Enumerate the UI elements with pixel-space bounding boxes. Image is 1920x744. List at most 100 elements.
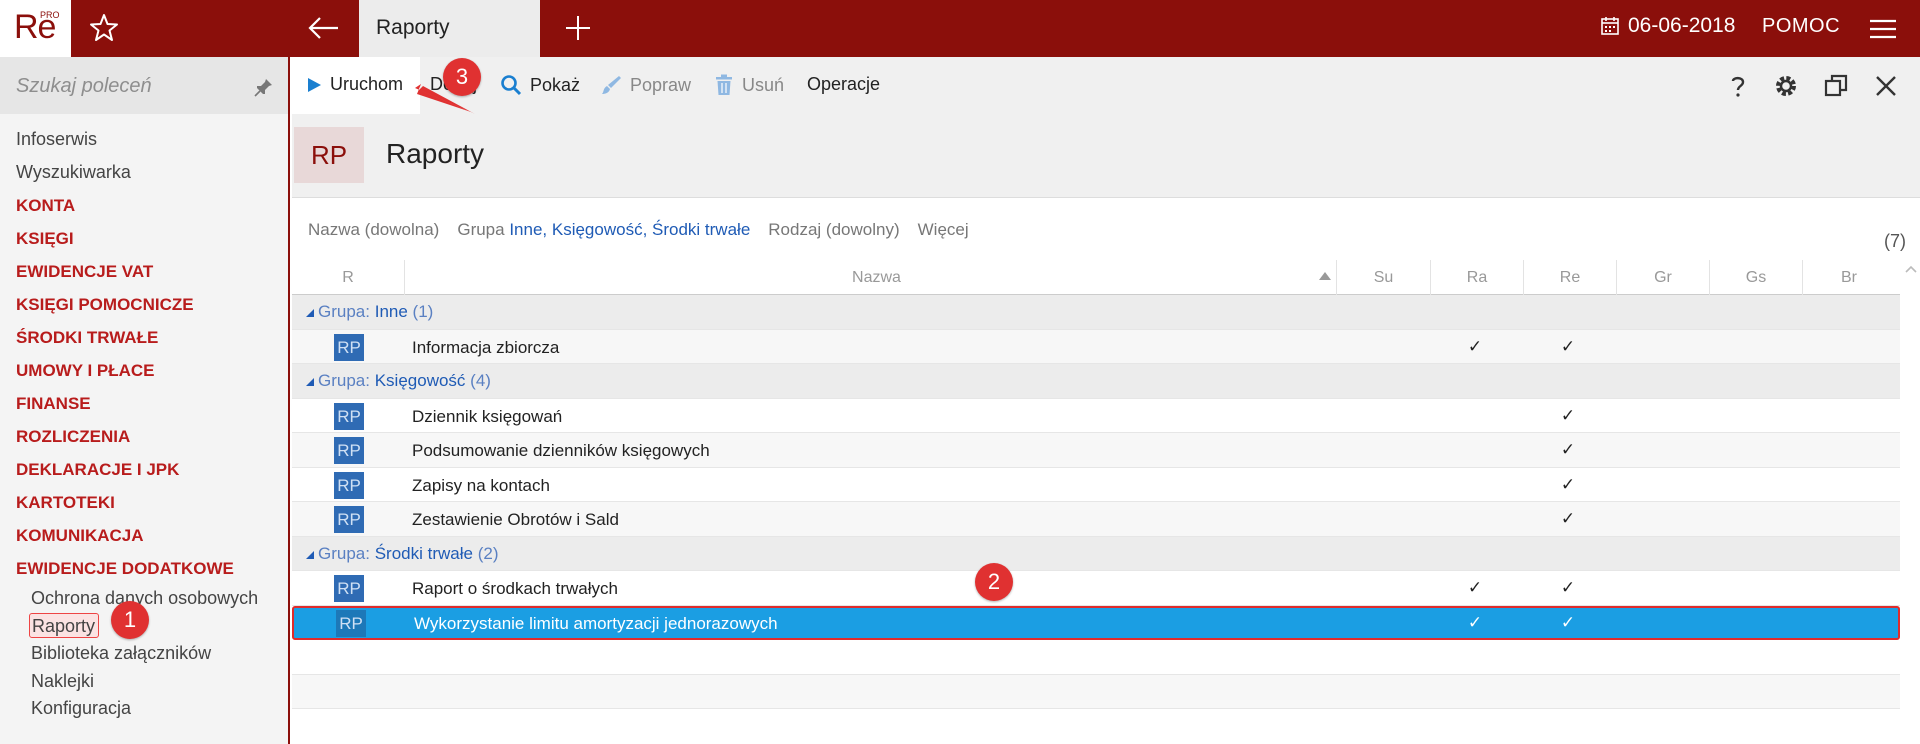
help-link[interactable]: POMOC xyxy=(1762,15,1840,38)
re-check: ✓ xyxy=(1560,336,1576,356)
callout-1: 1 xyxy=(111,601,149,639)
report-name: Zestawienie Obrotów i Sald xyxy=(412,510,619,529)
pin-icon[interactable] xyxy=(254,77,274,97)
sidebar-item-finanse[interactable]: FINANSE xyxy=(0,387,288,420)
hamburger-menu-icon[interactable] xyxy=(1868,14,1898,44)
sidebar-subitem-biblioteka[interactable]: Biblioteka załączników xyxy=(0,640,288,668)
callout-2: 2 xyxy=(975,563,1013,601)
new-tab-plus-icon[interactable] xyxy=(562,12,594,44)
run-label: Uruchom xyxy=(330,74,404,94)
collapse-triangle-icon[interactable] xyxy=(305,550,315,560)
settings-gear-icon[interactable] xyxy=(1772,72,1800,100)
top-bar: Re PRO Raporty 06-06-2018 POMOC xyxy=(0,0,1920,57)
sidebar-subitem-konfiguracja[interactable]: Konfiguracja xyxy=(0,695,288,723)
report-name: Dziennik księgowań xyxy=(412,406,563,426)
brush-icon xyxy=(602,76,621,94)
sidebar-item-kartoteki[interactable]: KARTOTEKI xyxy=(0,486,288,519)
sidebar-item-ewidencje-dodatkowe[interactable]: EWIDENCJE DODATKOWE xyxy=(0,552,288,585)
close-icon[interactable] xyxy=(1872,72,1900,100)
report-name: Raport o środkach trwałych xyxy=(412,579,618,598)
app-logo[interactable]: Re PRO xyxy=(0,0,71,57)
table-row[interactable]: RP Podsumowanie dzienników księgowych ✓ xyxy=(292,433,1900,468)
column-header-su[interactable]: Su xyxy=(1336,260,1430,295)
group-label: Grupa: Środki trwałe (2) xyxy=(318,543,499,563)
group-row-ksiegowosc[interactable]: Grupa: Księgowość (4) xyxy=(292,364,1900,399)
re-check: ✓ xyxy=(1560,612,1576,632)
edit-button[interactable]: Popraw xyxy=(600,74,691,96)
table-row[interactable]: RP Informacja zbiorcza ✓ ✓ xyxy=(292,329,1900,364)
re-check: ✓ xyxy=(1560,474,1576,494)
sidebar-item-ksiegi[interactable]: KSIĘGI xyxy=(0,222,288,255)
sidebar-item-rozliczenia[interactable]: ROZLICZENIA xyxy=(0,420,288,453)
back-arrow-icon[interactable] xyxy=(304,10,344,46)
table-row[interactable]: RP Zapisy na kontach ✓ xyxy=(292,468,1900,502)
filter-bar: Nazwa (dowolna) Grupa Inne, Księgowość, … xyxy=(308,220,969,240)
group-row-inne[interactable]: Grupa: Inne (1) xyxy=(292,295,1900,330)
sidebar-subitem-naklejki[interactable]: Naklejki xyxy=(0,668,288,696)
table-row[interactable]: RP Dziennik księgowań ✓ xyxy=(292,399,1900,433)
page-header: RP Raporty xyxy=(292,114,1920,198)
column-header-nazwa[interactable]: Nazwa xyxy=(404,260,1348,295)
re-check: ✓ xyxy=(1560,440,1576,459)
group-row-srodki-trwale[interactable]: Grupa: Środki trwałe (2) xyxy=(292,536,1900,571)
report-icon: RP xyxy=(334,402,364,430)
column-header-gr[interactable]: Gr xyxy=(1616,260,1709,295)
edit-label: Popraw xyxy=(630,74,692,95)
sidebar-item-konta[interactable]: KONTA xyxy=(0,189,288,222)
play-icon xyxy=(308,77,321,92)
date-picker[interactable]: 06-06-2018 xyxy=(1600,14,1735,38)
filter-kind[interactable]: Rodzaj (dowolny) xyxy=(768,220,899,240)
filter-name[interactable]: Nazwa (dowolna) xyxy=(308,220,439,240)
delete-label: Usuń xyxy=(742,74,785,95)
filter-more[interactable]: Więcej xyxy=(918,220,969,240)
help-question-icon[interactable] xyxy=(1724,72,1752,100)
main-panel: Uruchom Dodaj Pokaż Popraw Usuń Operacje… xyxy=(292,57,1920,744)
sidebar-item-umowy-i-place[interactable]: UMOWY I PŁACE xyxy=(0,354,288,387)
sidebar-item-srodki-trwale[interactable]: ŚRODKI TRWAŁE xyxy=(0,321,288,354)
restore-window-icon[interactable] xyxy=(1822,72,1850,100)
toolbar: Uruchom Dodaj Pokaż Popraw Usuń Operacje xyxy=(292,57,1920,114)
group-label: Grupa: Księgowość (4) xyxy=(318,371,491,390)
sidebar-item-komunikacja[interactable]: KOMUNIKACJA xyxy=(0,519,288,552)
show-label: Pokaż xyxy=(530,74,581,95)
date-value: 06-06-2018 xyxy=(1628,14,1736,37)
collapse-triangle-icon[interactable] xyxy=(305,308,315,318)
run-button[interactable]: Uruchom xyxy=(306,74,403,95)
favorite-star-icon[interactable] xyxy=(86,10,122,46)
group-label: Grupa: Inne (1) xyxy=(318,302,434,321)
logo-badge: PRO xyxy=(40,10,60,20)
delete-button[interactable]: Usuń xyxy=(714,74,784,96)
show-button[interactable]: Pokaż xyxy=(500,74,580,96)
table-row[interactable]: RP Zestawienie Obrotów i Sald ✓ xyxy=(292,502,1900,537)
sidebar-item-ewidencje-vat[interactable]: EWIDENCJE VAT xyxy=(0,255,288,288)
scroll-up-chevron-icon[interactable] xyxy=(1904,263,1918,275)
column-header-r[interactable]: R xyxy=(292,260,404,295)
column-header-ra[interactable]: Ra xyxy=(1430,260,1523,295)
operations-menu[interactable]: Operacje xyxy=(807,74,880,95)
table-row-selected[interactable]: RP Wykorzystanie limitu amortyzacji jedn… xyxy=(292,605,1900,640)
collapse-triangle-icon[interactable] xyxy=(305,377,315,387)
sidebar-item-deklaracje-i-jpk[interactable]: DEKLARACJE I JPK xyxy=(0,453,288,486)
grid-header: R Nazwa Su Ra Re Gr Gs Br xyxy=(292,260,1900,295)
column-header-gs[interactable]: Gs xyxy=(1709,260,1802,295)
column-header-re[interactable]: Re xyxy=(1523,260,1616,295)
filter-group[interactable]: Grupa Inne, Księgowość, Środki trwałe xyxy=(457,220,750,240)
table-row[interactable]: RP Raport o środkach trwałych ✓ ✓ xyxy=(292,571,1900,606)
report-name: Zapisy na kontach xyxy=(412,475,550,495)
column-header-br[interactable]: Br xyxy=(1802,260,1895,295)
sidebar-item-wyszukiwarka[interactable]: Wyszukiwarka xyxy=(0,156,288,189)
report-grid: R Nazwa Su Ra Re Gr Gs Br Grupa: Inne (1… xyxy=(292,260,1900,709)
report-name: Podsumowanie dzienników księgowych xyxy=(412,441,710,460)
tab-raporty[interactable]: Raporty xyxy=(359,0,540,57)
command-search-input[interactable] xyxy=(16,71,246,101)
trash-icon xyxy=(716,74,732,95)
empty-row xyxy=(292,640,1900,675)
empty-row xyxy=(292,674,1900,709)
sidebar-item-infoserwis[interactable]: Infoserwis xyxy=(0,123,288,156)
report-icon: RP xyxy=(334,506,364,533)
re-check: ✓ xyxy=(1560,578,1576,597)
report-icon: RP xyxy=(336,609,366,637)
module-badge: RP xyxy=(294,127,364,183)
sidebar-item-ksiegi-pomocnicze[interactable]: KSIĘGI POMOCNICZE xyxy=(0,288,288,321)
operations-label: Operacje xyxy=(807,74,881,94)
